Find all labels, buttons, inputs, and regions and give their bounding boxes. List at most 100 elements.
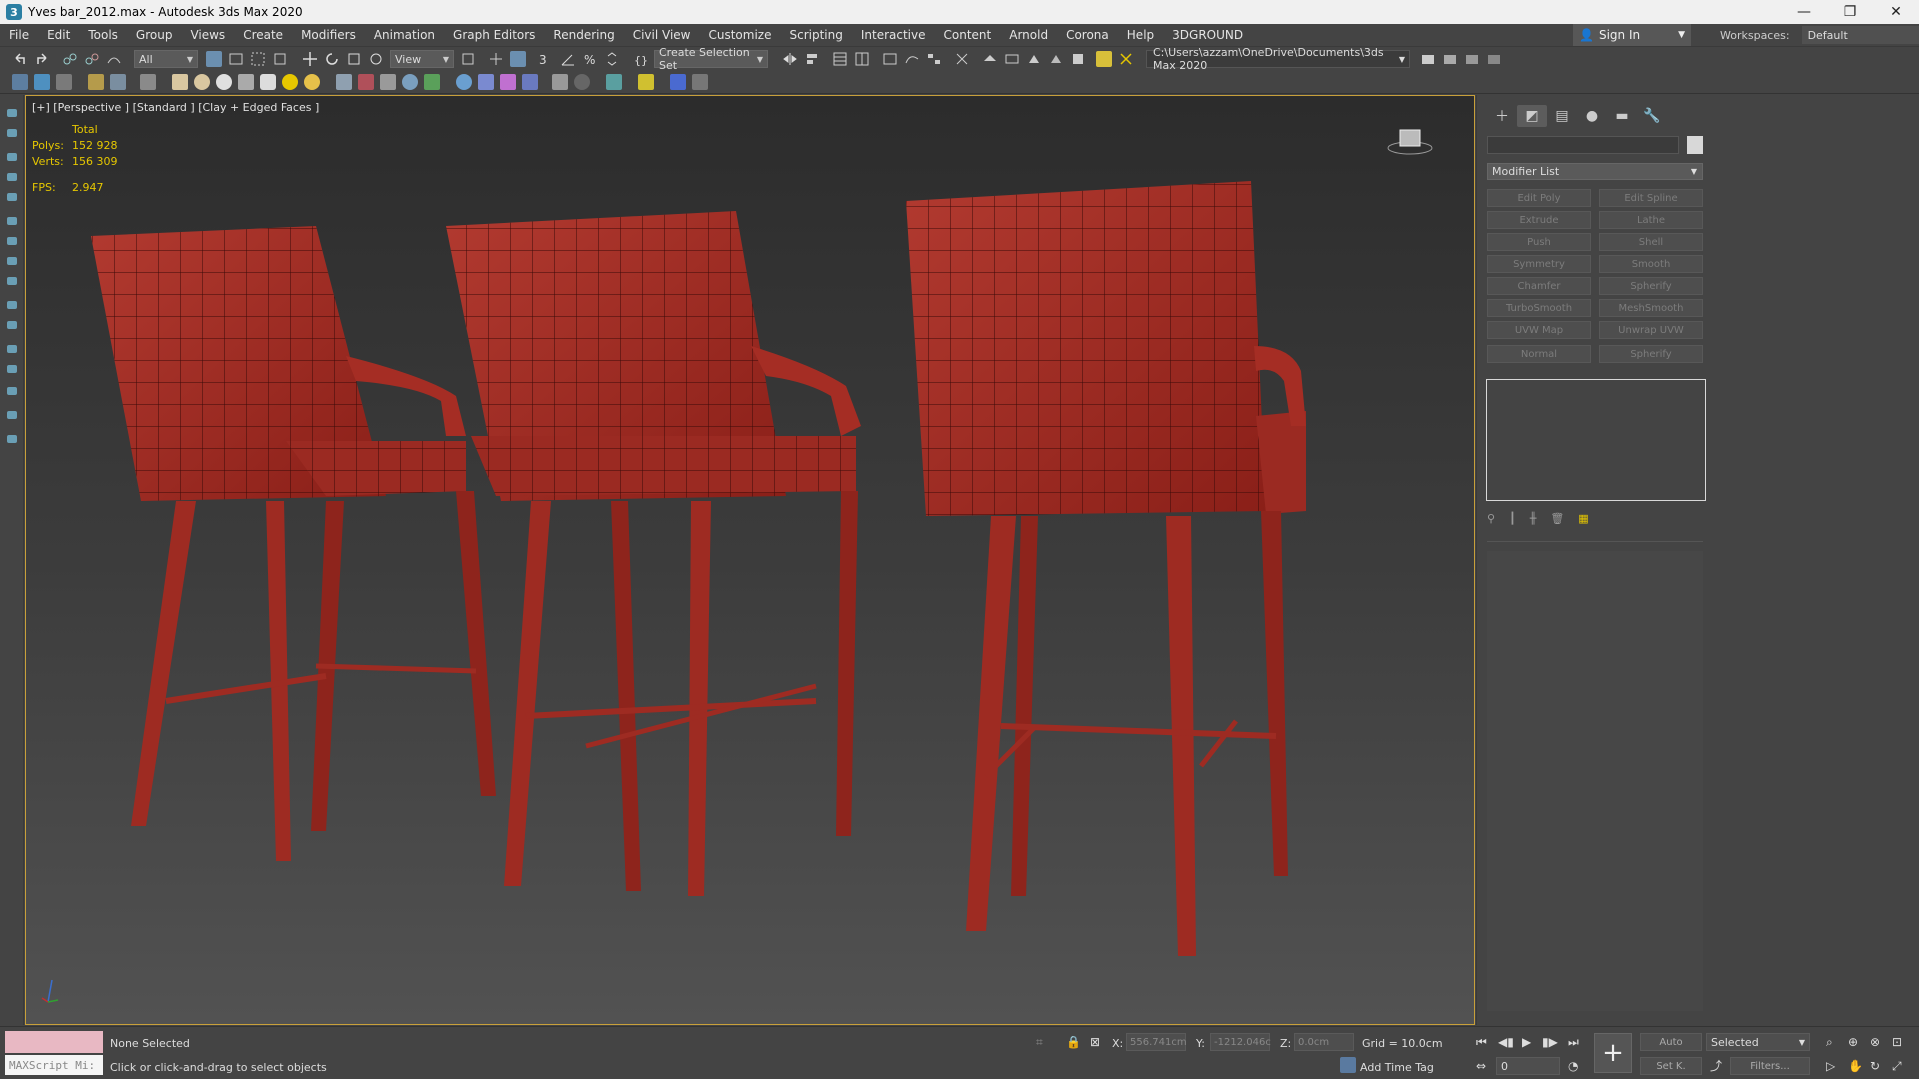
tool-strip-item-icon[interactable] — [7, 277, 17, 285]
y-coord-field[interactable]: -1212.046c — [1210, 1033, 1271, 1051]
layer-icon[interactable] — [88, 74, 104, 90]
maximize-button[interactable]: ❐ — [1827, 0, 1873, 24]
project-folder-dropdown[interactable]: C:\Users\azzam\OneDrive\Documents\3ds Ma… — [1146, 46, 1410, 72]
modifier-unwrap-uvw-button[interactable]: Unwrap UVW — [1599, 321, 1703, 339]
make-unique-icon[interactable]: ╫ — [1530, 512, 1537, 525]
window-crossing-icon[interactable] — [272, 51, 288, 67]
chair-1[interactable] — [91, 226, 496, 861]
modifier-stack[interactable] — [1486, 379, 1706, 501]
spinner-snap-icon[interactable] — [604, 51, 620, 67]
sun-icon[interactable] — [282, 74, 298, 90]
tool-strip-item-icon[interactable] — [7, 193, 17, 201]
key-mode-icon[interactable]: ⇔ — [1476, 1059, 1486, 1073]
render-in-cloud-icon[interactable] — [1070, 51, 1086, 67]
select-object-icon[interactable] — [206, 51, 222, 67]
tool-strip-item-icon[interactable] — [7, 301, 17, 309]
pan-view-icon[interactable]: ✋ — [1848, 1059, 1863, 1073]
maximize-viewport-icon[interactable]: ⤢ — [1892, 1059, 1902, 1074]
frame-buffer-icon[interactable] — [56, 74, 72, 90]
menu-corona[interactable]: Corona — [1057, 24, 1118, 46]
pin-icon[interactable] — [638, 74, 654, 90]
named-selection-dropdown[interactable]: Create Selection Set ▼ — [654, 46, 768, 72]
modifier-chamfer-button[interactable]: Chamfer — [1487, 277, 1591, 295]
tool-strip-item-icon[interactable] — [7, 387, 17, 395]
show-end-result-icon[interactable]: ┃ — [1509, 512, 1516, 525]
pivot-center-icon[interactable] — [460, 51, 476, 67]
chair-2[interactable] — [446, 211, 861, 896]
spline-icon[interactable] — [336, 74, 352, 90]
scatter-icon[interactable] — [358, 74, 374, 90]
z-coord-field[interactable]: 0.0cm — [1294, 1033, 1354, 1051]
sky-icon[interactable] — [304, 74, 320, 90]
bind-space-warp-icon[interactable] — [106, 51, 122, 67]
go-to-start-icon[interactable]: ⏮ — [1476, 1035, 1487, 1050]
maxscript-mini-listener[interactable]: MAXScript Mi: — [5, 1055, 103, 1075]
link-icon[interactable] — [62, 51, 78, 67]
layer-add-icon[interactable] — [110, 74, 126, 90]
selection-filter-dropdown[interactable]: All ▼ — [134, 50, 198, 68]
menu-content[interactable]: Content — [935, 24, 1001, 46]
align-icon[interactable] — [804, 51, 820, 67]
sign-in-dropdown[interactable]: 👤 Sign In ▼ — [1573, 24, 1691, 46]
zoom-icon[interactable]: ⌕ — [1826, 1035, 1833, 1050]
hierarchy-tab-icon[interactable]: ▤ — [1547, 105, 1577, 127]
menu-arnold[interactable]: Arnold — [1000, 24, 1057, 46]
configure-modifier-sets-icon[interactable]: ▦ — [1578, 512, 1588, 525]
pin-stack-icon[interactable]: ⚲ — [1487, 512, 1495, 525]
go-to-end-icon[interactable]: ⏭ — [1568, 1035, 1579, 1050]
tool-strip-item-icon[interactable] — [7, 365, 17, 373]
refresh-icon[interactable] — [606, 74, 622, 90]
move-icon[interactable] — [302, 51, 318, 67]
project-set-icon[interactable] — [1486, 51, 1502, 67]
time-tag-icon[interactable] — [1340, 1057, 1356, 1073]
menu-file[interactable]: File — [0, 24, 38, 46]
zoom-extents-icon[interactable]: ⊗ — [1870, 1035, 1880, 1049]
render-production-icon[interactable] — [1026, 51, 1042, 67]
angle-snap-icon[interactable] — [560, 51, 576, 67]
set-key-button[interactable]: + — [1594, 1033, 1632, 1073]
edit-named-selection-icon[interactable]: {} — [632, 51, 648, 67]
object-name-field[interactable] — [1487, 136, 1679, 154]
selection-lock-icon[interactable]: 🔒 — [1066, 1035, 1081, 1049]
chair-3[interactable] — [906, 181, 1306, 956]
zoom-extents-all-icon[interactable]: ⊡ — [1892, 1035, 1902, 1049]
snaps-toggle-icon[interactable]: 3 — [538, 51, 554, 67]
tree-icon[interactable] — [424, 74, 440, 90]
globe-icon[interactable] — [456, 74, 472, 90]
tool-strip-item-icon[interactable] — [7, 435, 17, 443]
display-tab-icon[interactable]: ▬ — [1607, 105, 1637, 127]
project-open-icon[interactable] — [1420, 51, 1436, 67]
menu-animation[interactable]: Animation — [365, 24, 444, 46]
toggle-scene-explorer-icon[interactable] — [832, 51, 848, 67]
box-icon[interactable] — [172, 74, 188, 90]
utilities-tab-icon[interactable]: 🔧 — [1637, 105, 1667, 127]
play-icon[interactable]: ▶ — [1522, 1035, 1531, 1049]
menu-views[interactable]: Views — [181, 24, 234, 46]
modifier-spherify-button[interactable]: Spherify — [1599, 277, 1703, 295]
isolate-selection-icon[interactable]: ⌗ — [1036, 1035, 1043, 1050]
modifier-meshsmooth-button[interactable]: MeshSmooth — [1599, 299, 1703, 317]
tool-strip-item-icon[interactable] — [7, 173, 17, 181]
toggle-layer-explorer-icon[interactable] — [854, 51, 870, 67]
remove-modifier-icon[interactable]: 🗑 — [1550, 512, 1564, 525]
current-frame-field[interactable]: 0 — [1496, 1057, 1560, 1075]
absolute-mode-icon[interactable]: ⊠ — [1090, 1035, 1100, 1049]
render-active-shade-icon[interactable] — [1096, 51, 1112, 67]
help-icon[interactable] — [574, 74, 590, 90]
motion-tab-icon[interactable]: ● — [1577, 105, 1607, 127]
tool-strip-item-icon[interactable] — [7, 257, 17, 265]
tool-strip-item-icon[interactable] — [7, 345, 17, 353]
unlink-icon[interactable] — [84, 51, 100, 67]
close-button[interactable]: ✕ — [1873, 0, 1919, 24]
curve-editor-icon[interactable] — [904, 51, 920, 67]
modifier-edit-poly-button[interactable]: Edit Poly — [1487, 189, 1591, 207]
hide-icon[interactable] — [140, 74, 156, 90]
fb-icon[interactable] — [670, 74, 686, 90]
menu-edit[interactable]: Edit — [38, 24, 79, 46]
menu-create[interactable]: Create — [234, 24, 292, 46]
create-tab-icon[interactable]: ＋ — [1487, 105, 1517, 127]
3dsmax-app-icon[interactable]: 3 — [6, 4, 22, 20]
menu-graph-editors[interactable]: Graph Editors — [444, 24, 544, 46]
selected-set-dropdown[interactable]: Selected ▼ — [1706, 1033, 1810, 1051]
modifier-normal-button[interactable]: Normal — [1487, 345, 1591, 363]
